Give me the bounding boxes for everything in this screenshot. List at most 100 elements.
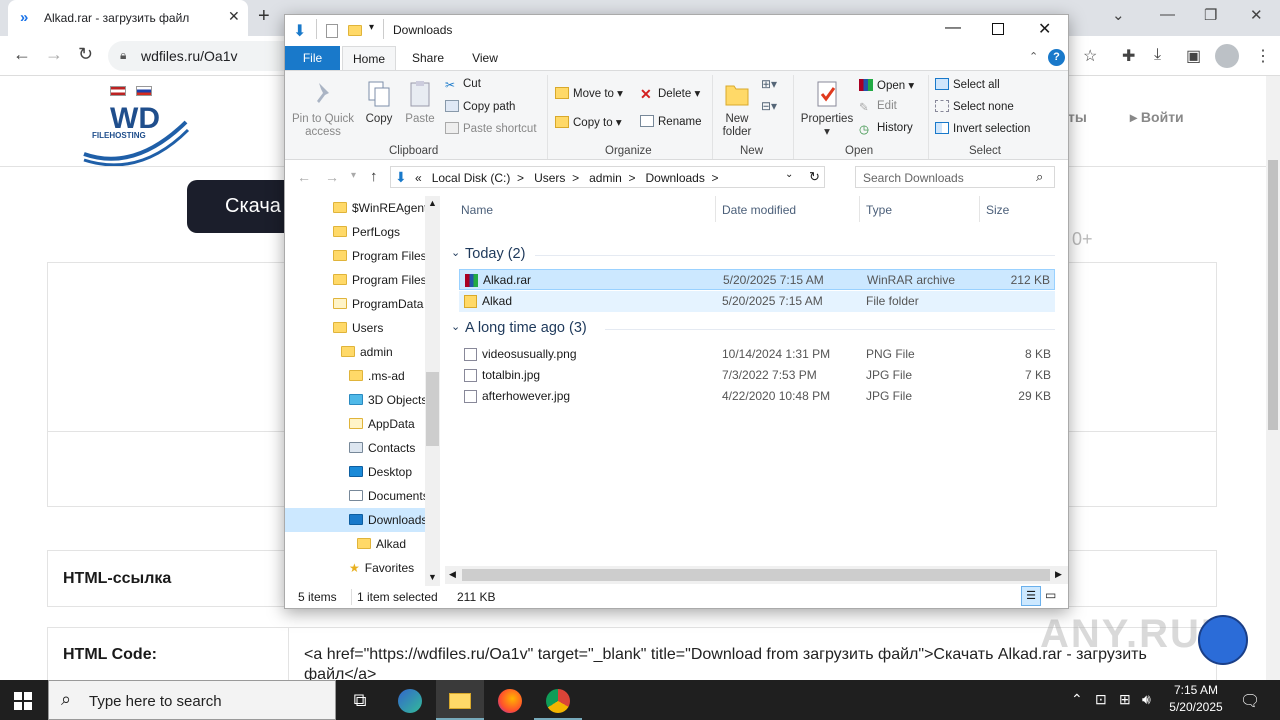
tree-item[interactable]: Contacts — [349, 436, 415, 460]
select-none-button[interactable]: Select none — [935, 100, 1014, 113]
login-link[interactable]: ▸ Войти — [1130, 109, 1184, 126]
volume-icon[interactable]: 🔊︎ — [1142, 691, 1151, 708]
chrome-menu-icon[interactable]: ⋮ — [1255, 46, 1271, 66]
pin-quick-access-button[interactable]: Pin to Quick access — [289, 79, 357, 139]
extensions-icon[interactable]: ✚ — [1122, 46, 1135, 66]
move-to-button[interactable]: Move to ▾ — [555, 86, 623, 100]
scroll-thumb[interactable] — [462, 569, 1050, 581]
minimize-button[interactable]: — — [1160, 6, 1175, 23]
column-header-type[interactable]: Type — [866, 203, 892, 217]
customize-qat-icon[interactable]: ▾ — [369, 22, 374, 33]
maximize-button[interactable] — [992, 23, 1004, 35]
copy-button[interactable]: Copy — [361, 79, 397, 126]
cut-button[interactable]: ✂ Cut — [445, 78, 481, 92]
collapse-group-icon[interactable]: ⌄ — [451, 246, 460, 259]
back-icon[interactable]: ← — [297, 169, 311, 185]
downloads-icon[interactable]: ⤓ — [1154, 46, 1161, 64]
site-logo[interactable]: WD FILEHOSTING — [80, 86, 190, 166]
group-header-today[interactable]: Today (2) — [465, 246, 525, 262]
edge-icon[interactable] — [386, 680, 434, 720]
file-row[interactable]: afterhowever.jpg 4/22/2020 10:48 PM JPG … — [459, 386, 1055, 407]
help-icon[interactable]: ? — [1048, 49, 1065, 66]
task-view-icon[interactable]: ⧉ — [336, 680, 384, 720]
close-tab-icon[interactable]: ✕ — [228, 8, 240, 25]
paste-shortcut-button[interactable]: Paste shortcut — [445, 122, 537, 135]
close-window-button[interactable]: ✕ — [1250, 6, 1263, 24]
scroll-thumb[interactable] — [426, 372, 439, 446]
copy-path-button[interactable]: Copy path — [445, 100, 515, 113]
taskbar-search[interactable]: ⌕ Type here to search — [48, 680, 336, 720]
tree-item[interactable]: PerfLogs — [333, 220, 400, 244]
tree-item-selected[interactable]: Downloads — [349, 508, 427, 532]
invert-selection-button[interactable]: Invert selection — [935, 122, 1030, 135]
file-row[interactable]: totalbin.jpg 7/3/2022 7:53 PM JPG File 7… — [459, 365, 1055, 386]
file-row[interactable]: Alkad 5/20/2025 7:15 AM File folder — [459, 291, 1055, 312]
nav-item-partial[interactable]: ты — [1068, 109, 1087, 125]
network-icon[interactable]: ⊡ — [1095, 691, 1107, 708]
scroll-right-icon[interactable]: ▶ — [1055, 569, 1062, 580]
minimize-button[interactable]: — — [945, 19, 961, 37]
page-scrollbar[interactable] — [1266, 76, 1280, 680]
file-explorer-taskbar-icon[interactable] — [436, 680, 484, 720]
address-bar[interactable]: ⬇ « Local Disk (C:) > Users > admin > Do… — [390, 166, 825, 188]
collapse-group-icon[interactable]: ⌄ — [451, 320, 460, 333]
tree-item[interactable]: $WinREAgent — [333, 196, 427, 220]
tree-item[interactable]: .ms-ad — [349, 364, 405, 388]
tab-share[interactable]: Share — [403, 46, 453, 70]
rename-button[interactable]: Rename — [640, 115, 701, 128]
new-folder-quick-icon[interactable] — [348, 24, 367, 38]
easy-access-icon[interactable]: ⊟▾ — [761, 99, 777, 113]
side-panel-icon[interactable]: ▣ — [1186, 46, 1201, 66]
tab-file[interactable]: File — [285, 46, 340, 70]
tree-item[interactable]: Alkad — [357, 532, 406, 556]
chrome-icon[interactable] — [534, 680, 582, 720]
tree-item[interactable]: Program Files — [333, 244, 427, 268]
scroll-down-icon[interactable]: ▼ — [428, 572, 437, 582]
breadcrumb-item[interactable]: Downloads — [645, 171, 704, 185]
tab-search-icon[interactable]: ⌄ — [1112, 6, 1125, 24]
horizontal-scrollbar[interactable]: ◀ ▶ — [445, 566, 1068, 584]
column-header-name[interactable]: Name — [461, 203, 493, 217]
new-tab-button[interactable]: + — [258, 5, 270, 28]
column-header-date[interactable]: Date modified — [722, 203, 796, 217]
tree-item[interactable]: Users — [333, 316, 383, 340]
breadcrumb-item[interactable]: Local Disk (C:) — [432, 171, 511, 185]
ethernet-icon[interactable]: ⊞ — [1119, 691, 1131, 708]
file-row[interactable]: videosusually.png 10/14/2024 1:31 PM PNG… — [459, 344, 1055, 365]
notifications-icon[interactable]: 🗨︎ — [1240, 691, 1260, 711]
firefox-icon[interactable] — [486, 680, 534, 720]
paste-button[interactable]: Paste — [402, 79, 438, 126]
group-header-old[interactable]: A long time ago (3) — [465, 320, 587, 336]
back-icon[interactable]: ← — [13, 44, 31, 65]
address-dropdown-icon[interactable]: ⌄ — [785, 169, 793, 180]
tray-chevron-icon[interactable]: ⌃ — [1071, 691, 1083, 708]
tree-item[interactable]: Documents — [349, 484, 429, 508]
breadcrumb-item[interactable]: admin — [589, 171, 622, 185]
details-view-icon[interactable]: ☰ — [1021, 586, 1041, 606]
scroll-thumb[interactable] — [1268, 160, 1278, 430]
nav-scrollbar[interactable]: ▲ ▼ — [425, 196, 440, 586]
edit-button[interactable]: ✎ Edit — [859, 100, 897, 114]
tree-item[interactable]: admin — [341, 340, 393, 364]
close-button[interactable]: ✕ — [1038, 19, 1051, 39]
recent-locations-icon[interactable]: ▾ — [351, 170, 356, 181]
history-button[interactable]: ◷ History — [859, 122, 913, 136]
breadcrumb-overflow[interactable]: « — [415, 171, 422, 185]
bookmark-star-icon[interactable]: ☆ — [1083, 46, 1097, 66]
clock[interactable]: 7:15 AM 5/20/2025 — [1160, 682, 1232, 716]
open-button[interactable]: Open ▾ — [859, 78, 914, 92]
profile-avatar[interactable] — [1215, 44, 1239, 68]
reload-icon[interactable]: ↻ — [78, 44, 93, 65]
forward-icon[interactable]: → — [325, 169, 339, 185]
download-button[interactable]: Скача — [187, 180, 297, 233]
file-row-selected[interactable]: Alkad.rar 5/20/2025 7:15 AM WinRAR archi… — [459, 269, 1055, 290]
tree-item[interactable]: AppData — [349, 412, 415, 436]
breadcrumb-item[interactable]: Users — [534, 171, 565, 185]
refresh-icon[interactable]: ↻ — [809, 169, 820, 185]
scroll-up-icon[interactable]: ▲ — [428, 198, 437, 208]
up-icon[interactable]: ↑ — [370, 168, 378, 185]
tab-home[interactable]: Home — [342, 46, 396, 70]
tree-item[interactable]: Desktop — [349, 460, 412, 484]
tree-item[interactable]: Program Files — [333, 268, 427, 292]
collapse-ribbon-icon[interactable]: ⌃ — [1029, 50, 1038, 63]
